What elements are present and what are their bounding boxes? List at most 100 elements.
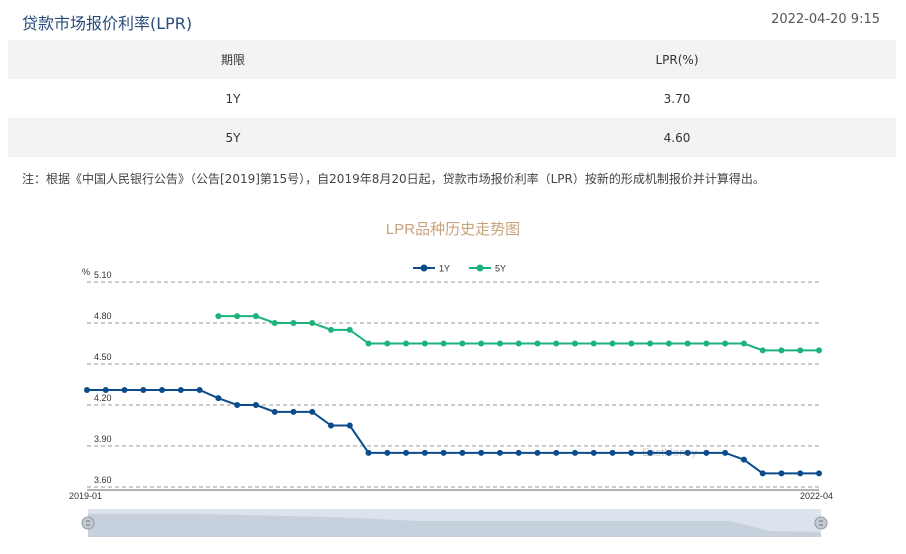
- data-point-5Y: [816, 347, 822, 354]
- data-point-1Y: [665, 449, 672, 456]
- x-start-label: 2019-01: [69, 491, 102, 501]
- data-point-5Y: [271, 320, 278, 326]
- series-line-1Y: [87, 388, 819, 475]
- data-point-1Y: [703, 449, 710, 456]
- data-point-5Y: [309, 320, 316, 326]
- data-point-1Y: [121, 386, 128, 393]
- legend-marker-5Y: [476, 264, 484, 272]
- data-point-5Y: [722, 340, 729, 347]
- data-point-5Y: [365, 340, 372, 347]
- data-point-5Y: [684, 340, 691, 347]
- legend-label-5Y: 5Y: [495, 264, 506, 274]
- y-tick-label: 3.90: [94, 434, 112, 444]
- data-point-5Y: [346, 326, 353, 333]
- data-point-1Y: [177, 386, 184, 393]
- y-axis-unit-label: %: [82, 267, 90, 277]
- data-point-5Y: [759, 347, 766, 354]
- data-point-5Y: [647, 340, 654, 347]
- data-point-1Y: [740, 456, 747, 463]
- chart-title: LPR品种历史走势图: [386, 221, 520, 238]
- data-point-1Y: [346, 422, 353, 429]
- zoom-handle-left[interactable]: [81, 516, 95, 530]
- table-row: 1Y 3.70: [8, 79, 896, 118]
- data-point-1Y: [759, 470, 766, 477]
- data-point-1Y: [816, 470, 822, 477]
- zoom-handle-right[interactable]: [814, 516, 828, 530]
- rate-cell: 4.60: [663, 130, 691, 145]
- data-point-1Y: [496, 449, 503, 456]
- data-point-1Y: [271, 408, 278, 415]
- term-cell: 5Y: [225, 130, 241, 145]
- page-title: 贷款市场报价利率(LPR): [22, 14, 193, 33]
- data-point-1Y: [609, 449, 616, 456]
- data-point-5Y: [572, 340, 578, 347]
- y-tick-label: 5.10: [94, 270, 112, 280]
- data-point-1Y: [215, 395, 222, 402]
- data-point-1Y: [421, 449, 428, 456]
- y-tick-label: 4.20: [94, 393, 112, 403]
- table-row: 5Y 4.60: [8, 118, 896, 157]
- data-point-1Y: [384, 449, 391, 456]
- lpr-footnote: 注：根据《中国人民银行公告》（公告[2019]第15号），自2019年8月20日…: [22, 172, 765, 186]
- data-point-5Y: [328, 326, 334, 333]
- data-point-1Y: [252, 402, 259, 408]
- data-point-5Y: [534, 340, 541, 347]
- data-point-1Y: [84, 386, 90, 393]
- data-point-5Y: [553, 340, 560, 347]
- data-point-1Y: [140, 386, 147, 393]
- data-point-5Y: [496, 340, 503, 347]
- data-point-1Y: [778, 470, 785, 477]
- data-point-5Y: [421, 340, 428, 347]
- data-point-5Y: [628, 340, 635, 347]
- data-point-1Y: [590, 449, 597, 456]
- data-point-1Y: [647, 449, 654, 456]
- data-point-1Y: [196, 386, 203, 393]
- data-point-5Y: [290, 320, 297, 326]
- page-header: 贷款市场报价利率(LPR) 2022-04-20 9:15: [0, 0, 906, 40]
- data-point-1Y: [440, 449, 447, 456]
- data-point-5Y: [590, 340, 597, 347]
- data-point-1Y: [628, 449, 635, 456]
- data-point-1Y: [159, 386, 166, 393]
- rate-cell: 3.70: [663, 91, 691, 106]
- data-point-1Y: [365, 449, 372, 456]
- y-tick-label: 4.50: [94, 352, 112, 362]
- y-tick-label: 4.80: [94, 311, 112, 321]
- column-header-rate: LPR(%): [655, 52, 699, 67]
- data-point-1Y: [515, 449, 522, 456]
- x-end-label: 2022-04: [800, 491, 833, 501]
- data-point-5Y: [478, 340, 485, 347]
- data-point-5Y: [797, 347, 804, 354]
- data-point-5Y: [403, 340, 410, 347]
- column-header-term: 期限: [220, 53, 245, 67]
- data-point-5Y: [234, 313, 241, 320]
- data-point-1Y: [684, 449, 691, 456]
- update-timestamp: 2022-04-20 9:15: [771, 12, 880, 27]
- data-point-1Y: [328, 422, 334, 429]
- data-point-1Y: [309, 408, 316, 415]
- data-point-1Y: [478, 449, 485, 456]
- legend-label-1Y: 1Y: [439, 264, 450, 274]
- data-point-1Y: [572, 449, 578, 456]
- data-point-5Y: [778, 347, 785, 354]
- data-point-1Y: [553, 449, 560, 456]
- data-point-1Y: [797, 470, 804, 477]
- data-point-5Y: [609, 340, 616, 347]
- data-point-1Y: [403, 449, 410, 456]
- data-point-5Y: [252, 313, 259, 320]
- data-point-5Y: [665, 340, 672, 347]
- data-point-5Y: [740, 340, 747, 347]
- y-tick-label: 3.60: [94, 475, 112, 485]
- data-point-5Y: [459, 340, 466, 347]
- table-header-row: 期限 LPR(%): [8, 40, 896, 79]
- data-point-1Y: [459, 449, 466, 456]
- data-point-1Y: [722, 449, 729, 456]
- data-point-5Y: [703, 340, 710, 347]
- lpr-rate-table: 期限 LPR(%) 1Y 3.70 5Y 4.60: [8, 40, 896, 157]
- lpr-history-chart: LPR品种历史走势图 1Y 5Y% 3.60 3.90 4.20 4.50 4.80 5.10 2…: [69, 221, 833, 537]
- data-point-5Y: [384, 340, 391, 347]
- data-point-5Y: [440, 340, 447, 347]
- data-point-1Y: [534, 449, 541, 456]
- data-point-5Y: [515, 340, 522, 347]
- data-point-1Y: [290, 408, 297, 415]
